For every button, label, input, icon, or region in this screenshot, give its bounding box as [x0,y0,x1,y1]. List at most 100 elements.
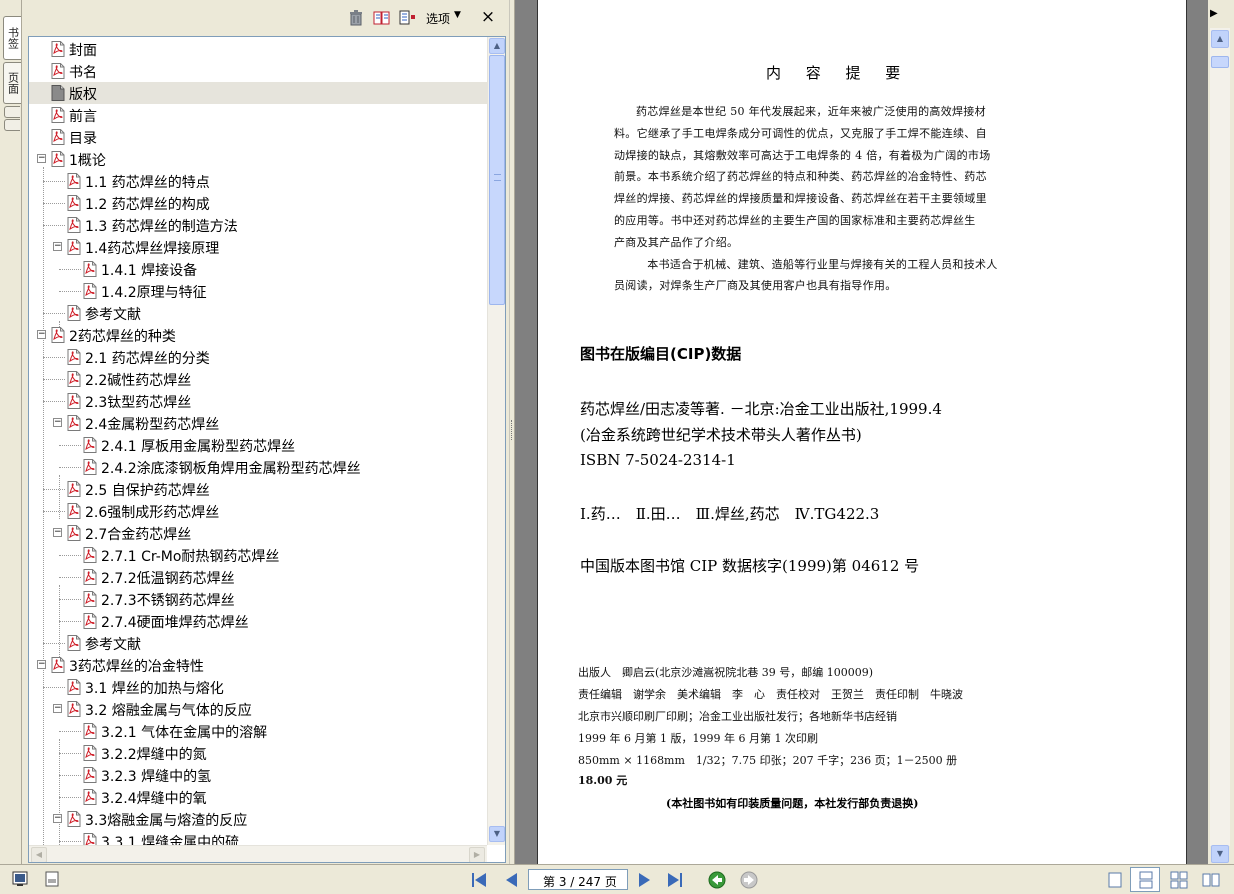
bookmark-label: 2药芯焊丝的种类 [69,329,176,345]
doc-scroll-down-arrow-icon[interactable]: ▼ [1211,845,1229,863]
bookmark-item[interactable]: 参考文献 [29,302,487,324]
bookmark-item[interactable]: − 1概论 [29,148,487,170]
tab-extra-1[interactable] [4,106,20,118]
bookmark-item[interactable]: 1.4.1 焊接设备 [29,258,487,280]
bookmark-item[interactable]: 2.7.3不锈钢药芯焊丝 [29,588,487,610]
tree-horizontal-scrollbar[interactable]: ◀ ▶ [29,845,487,862]
bookmark-label: 2.4.1 厚板用金属粉型药芯焊丝 [101,439,296,455]
expand-right-arrow-icon[interactable]: ▶ [1210,8,1218,19]
first-page-icon[interactable] [470,871,488,889]
bookmark-item[interactable]: − 1.4药芯焊丝焊接原理 [29,236,487,258]
pdf-page-icon [83,833,97,845]
last-page-icon[interactable] [666,871,684,889]
bookmark-item[interactable]: 3.1 焊丝的加热与熔化 [29,676,487,698]
bookmark-item[interactable]: 3.2.2焊缝中的氮 [29,742,487,764]
scroll-right-arrow-icon[interactable]: ▶ [469,847,485,862]
bookmark-item[interactable]: 2.4.2涂底漆钢板角焊用金属粉型药芯焊丝 [29,456,487,478]
scroll-left-arrow-icon[interactable]: ◀ [31,847,47,862]
bookmark-item[interactable]: 参考文献 [29,632,487,654]
bookmark-item[interactable]: − 2.7合金药芯焊丝 [29,522,487,544]
bookmark-item[interactable]: 书名 [29,60,487,82]
bookmark-item[interactable]: 2.6强制成形药芯焊丝 [29,500,487,522]
bookmark-item[interactable]: 2.4.1 厚板用金属粉型药芯焊丝 [29,434,487,456]
bookmark-item[interactable]: 1.4.2原理与特征 [29,280,487,302]
pdf-page-icon [83,789,97,805]
continuous-facing-view-icon[interactable] [1202,871,1220,889]
single-page-view-icon[interactable] [1106,871,1124,889]
bookmark-item[interactable]: 前言 [29,104,487,126]
collapse-toggle-icon[interactable]: − [37,330,46,339]
collapse-toggle-icon[interactable]: − [53,704,62,713]
bookmarks-tree-content: 封面 书名 版权 前言 目录 − 1概论 1.1 药芯焊丝的特点 1.2 药芯焊丝的构成 1.3 … [29,37,487,845]
tree-vertical-scrollbar[interactable]: ▲ ▼ [487,37,505,845]
options-chevron-down-icon[interactable]: ▼ [454,10,461,20]
bookmark-item[interactable]: 版权 [29,82,487,104]
previous-page-icon[interactable] [502,871,520,889]
tab-extra-2[interactable] [4,119,20,131]
tab-pages[interactable]: 页面 [3,62,21,104]
bookmark-item[interactable]: 目录 [29,126,487,148]
bookmark-item[interactable]: 2.1 药芯焊丝的分类 [29,346,487,368]
bookmark-item[interactable]: 1.2 药芯焊丝的构成 [29,192,487,214]
tab-bookmarks[interactable]: 书签 [3,16,21,60]
pdf-page-icon [51,129,65,145]
collapse-toggle-icon[interactable]: − [53,814,62,823]
facing-view-icon[interactable] [1170,871,1188,889]
bookmark-item[interactable]: 2.7.2低温钢药芯焊丝 [29,566,487,588]
panel-toggle-icon[interactable] [12,871,28,887]
pdf-page-icon [67,503,81,519]
tree-scroll-thumb[interactable] [489,55,505,305]
doc-scroll-up-arrow-icon[interactable]: ▲ [1211,30,1229,48]
bookmark-item[interactable]: 3.2.4焊缝中的氧 [29,786,487,808]
go-forward-icon[interactable] [740,871,758,889]
collapse-toggle-icon[interactable]: − [37,154,46,163]
bookmark-item[interactable]: 2.7.1 Cr-Mo耐热钢药芯焊丝 [29,544,487,566]
go-back-icon[interactable] [708,871,726,889]
scroll-up-arrow-icon[interactable]: ▲ [489,38,505,54]
doc-scroll-thumb[interactable] [1211,56,1229,68]
page-number-field[interactable]: 第 3 / 247 页 [528,869,628,890]
pdf-page-icon [67,415,81,431]
bookmark-item[interactable]: 2.5 自保护药芯焊丝 [29,478,487,500]
pdf-page-icon [67,811,81,827]
bookmark-item[interactable]: 3.2.1 气体在金属中的溶解 [29,720,487,742]
collapse-toggle-icon[interactable]: − [53,528,62,537]
bookmark-label: 3.2.2焊缝中的氮 [101,747,207,763]
bookmark-item[interactable]: − 2.4金属粉型药芯焊丝 [29,412,487,434]
collapse-toggle-icon[interactable]: − [53,418,62,427]
bookmark-item[interactable]: 3.2.3 焊缝中的氢 [29,764,487,786]
collapse-toggle-icon[interactable]: − [37,660,46,669]
bookmark-item[interactable]: 2.7.4硬面堆焊药芯焊丝 [29,610,487,632]
bookmark-item[interactable]: − 3.3熔融金属与熔渣的反应 [29,808,487,830]
summary-line: 产商及其产品作了介绍。 [614,235,739,249]
bookmark-item[interactable]: 1.3 药芯焊丝的制造方法 [29,214,487,236]
bookmark-item[interactable]: 封面 [29,38,487,60]
summary-line: 本书适合于机械、建筑、造船等行业里与焊接有关的工程人员和技术人 [636,257,998,271]
bookmark-item[interactable]: − 3药芯焊丝的冶金特性 [29,654,487,676]
bookmark-item[interactable]: 3.3.1 焊缝金属中的硫 [29,830,487,845]
cip-line: ISBN 7-5024-2314-1 [580,451,736,469]
next-page-icon[interactable] [636,871,654,889]
pdf-page-icon [67,349,81,365]
bookmark-item[interactable]: 2.3钛型药芯焊丝 [29,390,487,412]
continuous-view-button[interactable] [1130,867,1160,892]
pdf-page-icon [67,305,81,321]
page-layout-icon[interactable] [44,871,60,887]
delete-bookmark-button[interactable] [346,9,366,27]
scroll-down-arrow-icon[interactable]: ▼ [489,826,505,842]
document-vertical-scrollbar[interactable]: ▲ ▼ [1208,0,1234,864]
collapse-toggle-icon[interactable]: − [53,242,62,251]
close-panel-button[interactable]: × [478,7,498,27]
notice-line: (本社图书如有印装质量问题，本社发行部负责退换) [666,797,919,810]
options-menu-label[interactable]: 选项 [426,10,450,27]
reader-window: 书签 页面 选项 ▼ × 封面 书名 版权 前言 目录 − 1概论 1.1 药芯… [0,0,1234,894]
new-bookmark-button[interactable] [372,9,392,27]
bookmark-item[interactable]: 2.2碱性药芯焊丝 [29,368,487,390]
bookmark-label: 2.4金属粉型药芯焊丝 [85,417,220,433]
expand-bookmark-button[interactable] [398,9,418,27]
bookmark-item[interactable]: 1.1 药芯焊丝的特点 [29,170,487,192]
expand-bookmark-icon [399,10,415,25]
bookmark-item[interactable]: − 2药芯焊丝的种类 [29,324,487,346]
bookmark-item[interactable]: − 3.2 熔融金属与气体的反应 [29,698,487,720]
bookmark-label: 1概论 [69,153,106,169]
